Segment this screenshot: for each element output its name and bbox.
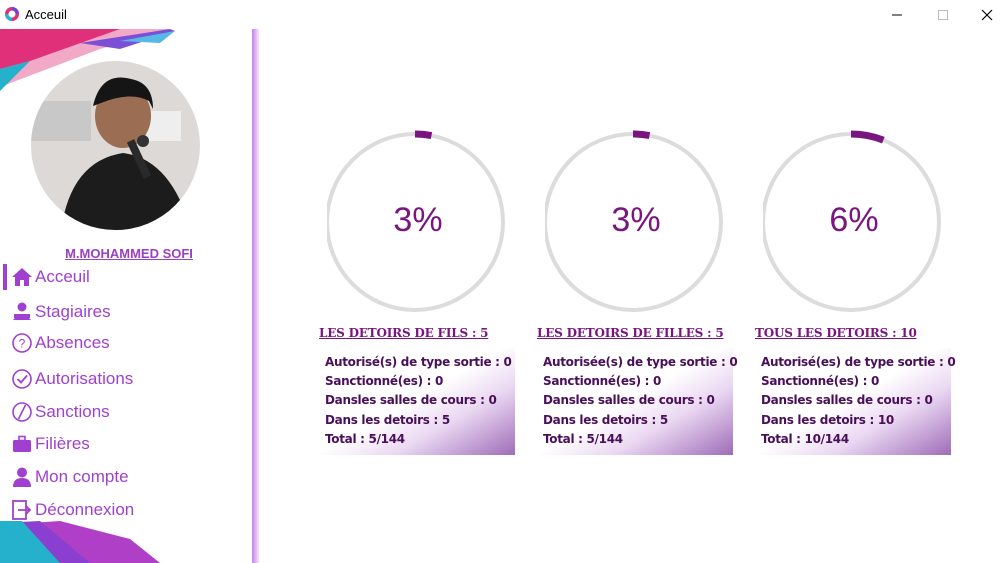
sidebar-item-label: Stagiaires [35, 302, 111, 321]
sidebar-item-autorisations[interactable]: Autorisations [10, 366, 133, 392]
stat-detoirs: Dans les detoirs : 10 [761, 413, 894, 427]
sidebar-item-mon-compte[interactable]: Mon compte [10, 464, 129, 490]
minimize-icon [892, 14, 902, 15]
sidebar-item-sanctions[interactable]: Sanctions [10, 399, 110, 425]
stat-total: Total : 5/144 [543, 432, 623, 446]
check-circle-icon [10, 367, 34, 391]
percent-value: 3% [393, 201, 443, 239]
stat-sanctionnes: Sanctionné(es) : 0 [543, 374, 662, 388]
sidebar-bottom-decoration [0, 521, 160, 563]
stat-salles: Dansles salles de cours : 0 [761, 393, 933, 407]
card-title[interactable]: LES DETOIRS DE FILLES : 5 [537, 326, 724, 340]
minimize-button[interactable] [874, 0, 920, 29]
stat-detoirs: Dans les detoirs : 5 [325, 413, 450, 427]
app-logo-icon [5, 7, 19, 21]
ban-icon [10, 400, 34, 424]
card-title[interactable]: TOUS LES DETOIRS : 10 [755, 326, 917, 340]
active-nav-indicator [3, 264, 7, 290]
sidebar-item-deconnexion[interactable]: Déconnexion [10, 497, 134, 523]
sidebar-item-label: Acceuil [35, 267, 90, 286]
sidebar-divider [252, 29, 259, 563]
sidebar-item-label: Absences [35, 333, 110, 352]
user-name[interactable]: M.MOHAMMED SOFI [0, 246, 252, 261]
user-icon [10, 465, 34, 489]
stat-sanctionnes: Sanctionné(es) : 0 [325, 374, 444, 388]
stats-panel: Autorisé(es) de type sortie : 0 Sanction… [755, 348, 956, 455]
maximize-icon [938, 9, 948, 20]
sidebar-item-filieres[interactable]: Filières [10, 431, 90, 457]
logout-icon [10, 498, 34, 522]
stat-salles: Dansles salles de cours : 0 [543, 393, 715, 407]
stat-sanctionnes: Sanctionné(es) : 0 [761, 374, 880, 388]
stat-total: Total : 10/144 [761, 432, 849, 446]
stats-panel: Autorisé(s) de type sortie : 0 Sanctionn… [319, 348, 515, 455]
stat-autorises: Autorisé(es) de type sortie : 0 [761, 355, 956, 369]
sidebar-item-acceuil[interactable]: Acceuil [10, 264, 90, 290]
user-photo [31, 61, 200, 230]
percent-value: 6% [829, 201, 879, 239]
sidebar-item-label: Autorisations [35, 369, 134, 388]
user-avatar [31, 61, 200, 230]
stat-autorises: Autorisé(s) de type sortie : 0 [325, 355, 512, 369]
user-lock-icon [10, 300, 34, 324]
sidebar: M.MOHAMMED SOFI Acceuil Stagiaires ? Abs… [0, 29, 252, 563]
sidebar-item-label: Mon compte [35, 467, 129, 486]
stat-salles: Dansles salles de cours : 0 [325, 393, 497, 407]
sidebar-item-label: Filières [35, 434, 90, 453]
percent-value: 3% [611, 201, 661, 239]
briefcase-icon [10, 432, 34, 456]
sidebar-item-label: Sanctions [35, 402, 110, 421]
stat-detoirs: Dans les detoirs : 5 [543, 413, 668, 427]
sidebar-item-label: Déconnexion [35, 500, 135, 519]
home-icon [10, 265, 34, 289]
maximize-button[interactable] [920, 0, 966, 29]
sidebar-item-stagiaires[interactable]: Stagiaires [10, 299, 111, 325]
svg-text:?: ? [19, 337, 26, 351]
window-title: Acceuil [25, 7, 67, 22]
question-circle-icon: ? [10, 331, 34, 355]
sidebar-item-absences[interactable]: ? Absences [10, 330, 110, 356]
card-title[interactable]: LES DETOIRS DE FILS : 5 [319, 326, 488, 340]
stat-autorises: Autorisée(s) de type sortie : 0 [543, 355, 738, 369]
title-bar: Acceuil [0, 0, 1006, 29]
stat-total: Total : 5/144 [325, 432, 405, 446]
stats-panel: Autorisée(s) de type sortie : 0 Sanction… [537, 348, 738, 455]
close-icon [981, 9, 993, 20]
close-button[interactable] [964, 0, 1006, 29]
